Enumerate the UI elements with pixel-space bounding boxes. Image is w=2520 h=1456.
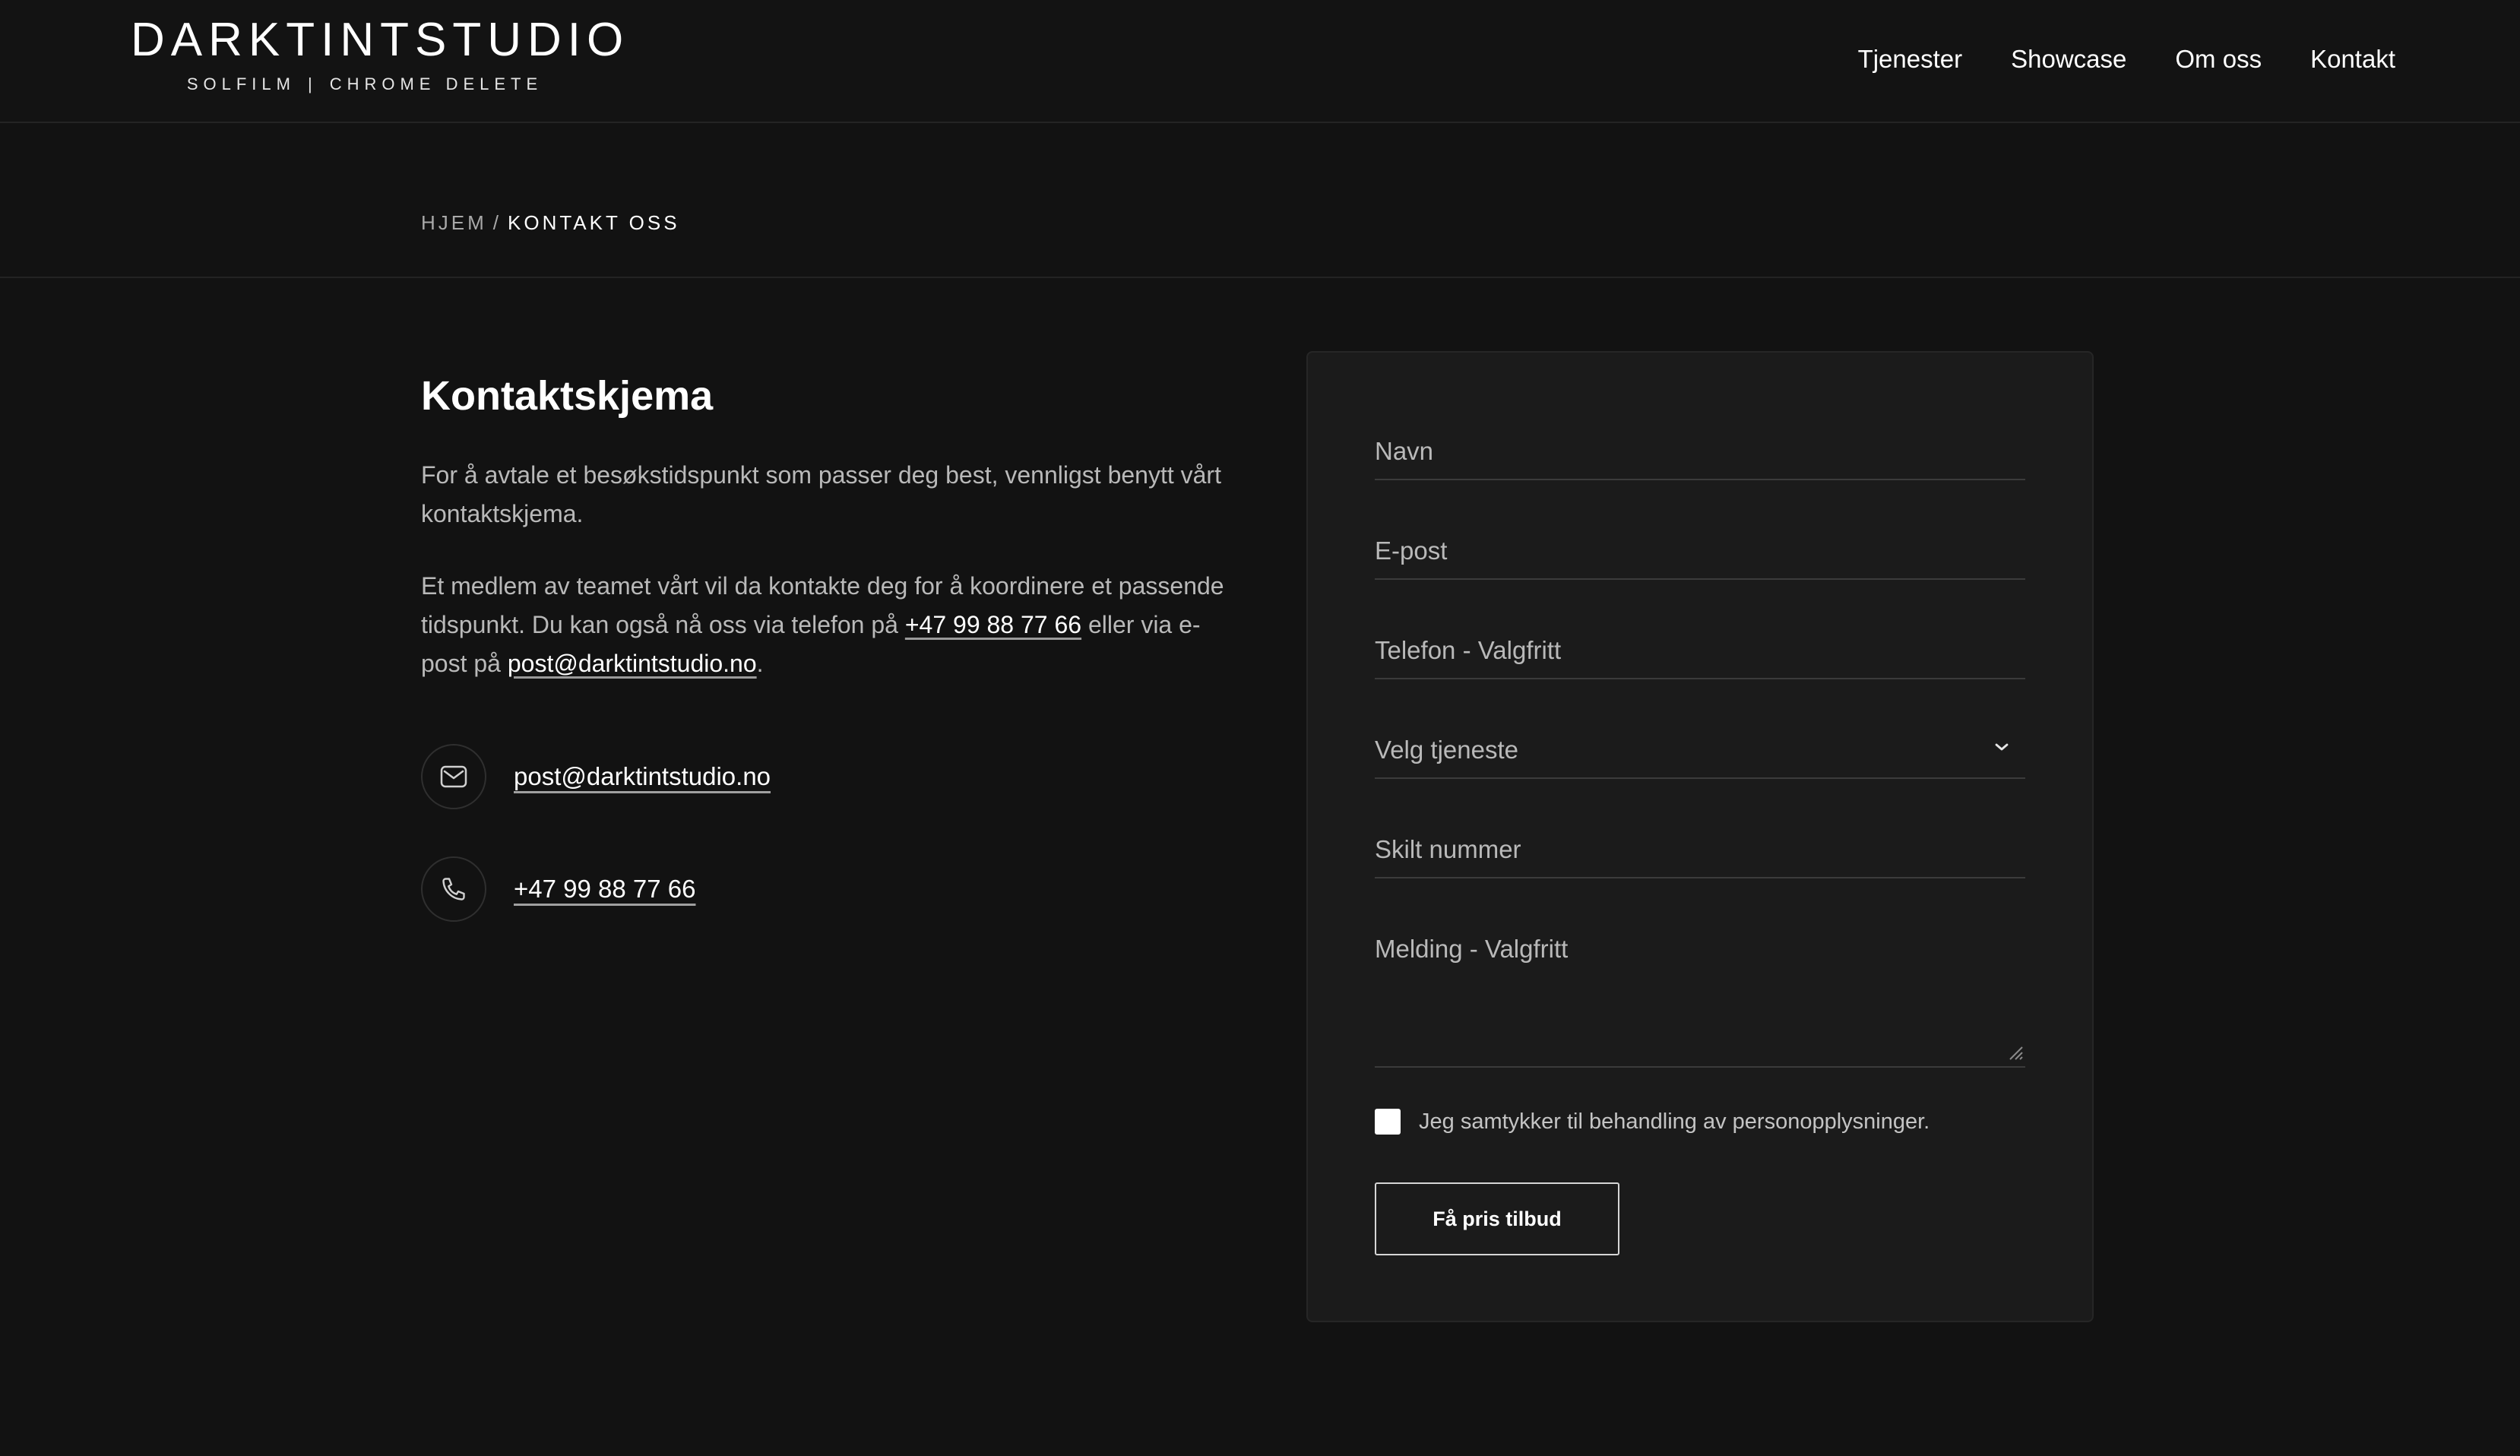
mail-icon — [421, 744, 486, 809]
consent-row: Jeg samtykker til behandling av personop… — [1375, 1108, 1930, 1135]
logo-tagline: SOLFILM | CHROME DELETE — [131, 74, 599, 94]
phone-link[interactable]: +47 99 88 77 66 — [514, 872, 695, 906]
plate-number-placeholder: Skilt nummer — [1375, 835, 1521, 863]
nav-item-tjenester[interactable]: Tjenester — [1858, 43, 1963, 76]
intro-paragraph-2: Et medlem av teamet vårt vil da kontakte… — [421, 567, 1227, 683]
phone-field[interactable]: Telefon - Valgfritt — [1375, 634, 2025, 679]
consent-checkbox[interactable] — [1375, 1109, 1401, 1135]
page-title: Kontaktskjema — [421, 373, 714, 419]
logo-title: DARKTINTSTUDIO — [131, 14, 630, 66]
contact-form: Navn E-post Telefon - Valgfritt Velg tje… — [1306, 351, 2094, 1322]
main-nav: Tjenester Showcase Om oss Kontakt — [1858, 43, 2395, 76]
consent-label[interactable]: Jeg samtykker til behandling av personop… — [1419, 1108, 1930, 1135]
breadcrumb-bar: HJEM / KONTAKT OSS — [0, 125, 2520, 278]
message-textarea[interactable]: Melding - Valgfritt — [1375, 932, 2025, 1068]
plate-number-field[interactable]: Skilt nummer — [1375, 833, 2025, 878]
email-field[interactable]: E-post — [1375, 534, 2025, 580]
breadcrumb-home[interactable]: HJEM — [421, 211, 487, 234]
nav-item-om-oss[interactable]: Om oss — [2175, 43, 2262, 76]
site-header: DARKTINTSTUDIO SOLFILM | CHROME DELETE Tje… — [0, 0, 2520, 123]
name-field[interactable]: Navn — [1375, 435, 2025, 480]
inline-email-link[interactable]: post@darktintstudio.no — [508, 650, 757, 677]
email-row: post@darktintstudio.no — [421, 744, 1227, 809]
breadcrumb-current: KONTAKT OSS — [508, 211, 680, 234]
intro-paragraph-1: For å avtale et besøkstidspunkt som pass… — [421, 461, 1221, 527]
nav-item-kontakt[interactable]: Kontakt — [2310, 43, 2395, 76]
phone-icon — [421, 856, 486, 922]
phone-placeholder: Telefon - Valgfritt — [1375, 636, 1562, 664]
service-placeholder: Velg tjeneste — [1375, 736, 1518, 764]
chevron-down-icon — [1993, 741, 2010, 757]
breadcrumb-separator: / — [492, 211, 502, 234]
message-placeholder: Melding - Valgfritt — [1375, 935, 1569, 963]
tagline-right: CHROME DELETE — [329, 74, 543, 93]
inline-phone-link[interactable]: +47 99 88 77 66 — [905, 611, 1081, 638]
email-placeholder: E-post — [1375, 537, 1448, 565]
phone-row: +47 99 88 77 66 — [421, 856, 1227, 922]
resize-handle-icon[interactable] — [2006, 1043, 2024, 1065]
contact-info: Kontaktskjema For å avtale et besøkstids… — [421, 369, 1227, 922]
breadcrumb: HJEM / KONTAKT OSS — [421, 210, 680, 236]
tagline-separator: | — [307, 74, 318, 93]
submit-button[interactable]: Få pris tilbud — [1375, 1182, 1619, 1255]
nav-item-showcase[interactable]: Showcase — [2011, 43, 2126, 76]
intro-text-after: . — [756, 650, 764, 677]
email-link[interactable]: post@darktintstudio.no — [514, 760, 771, 793]
logo[interactable]: DARKTINTSTUDIO SOLFILM | CHROME DELETE — [131, 14, 630, 94]
tagline-left: SOLFILM — [186, 74, 296, 93]
service-select[interactable]: Velg tjeneste — [1375, 733, 2025, 779]
name-placeholder: Navn — [1375, 437, 1434, 465]
